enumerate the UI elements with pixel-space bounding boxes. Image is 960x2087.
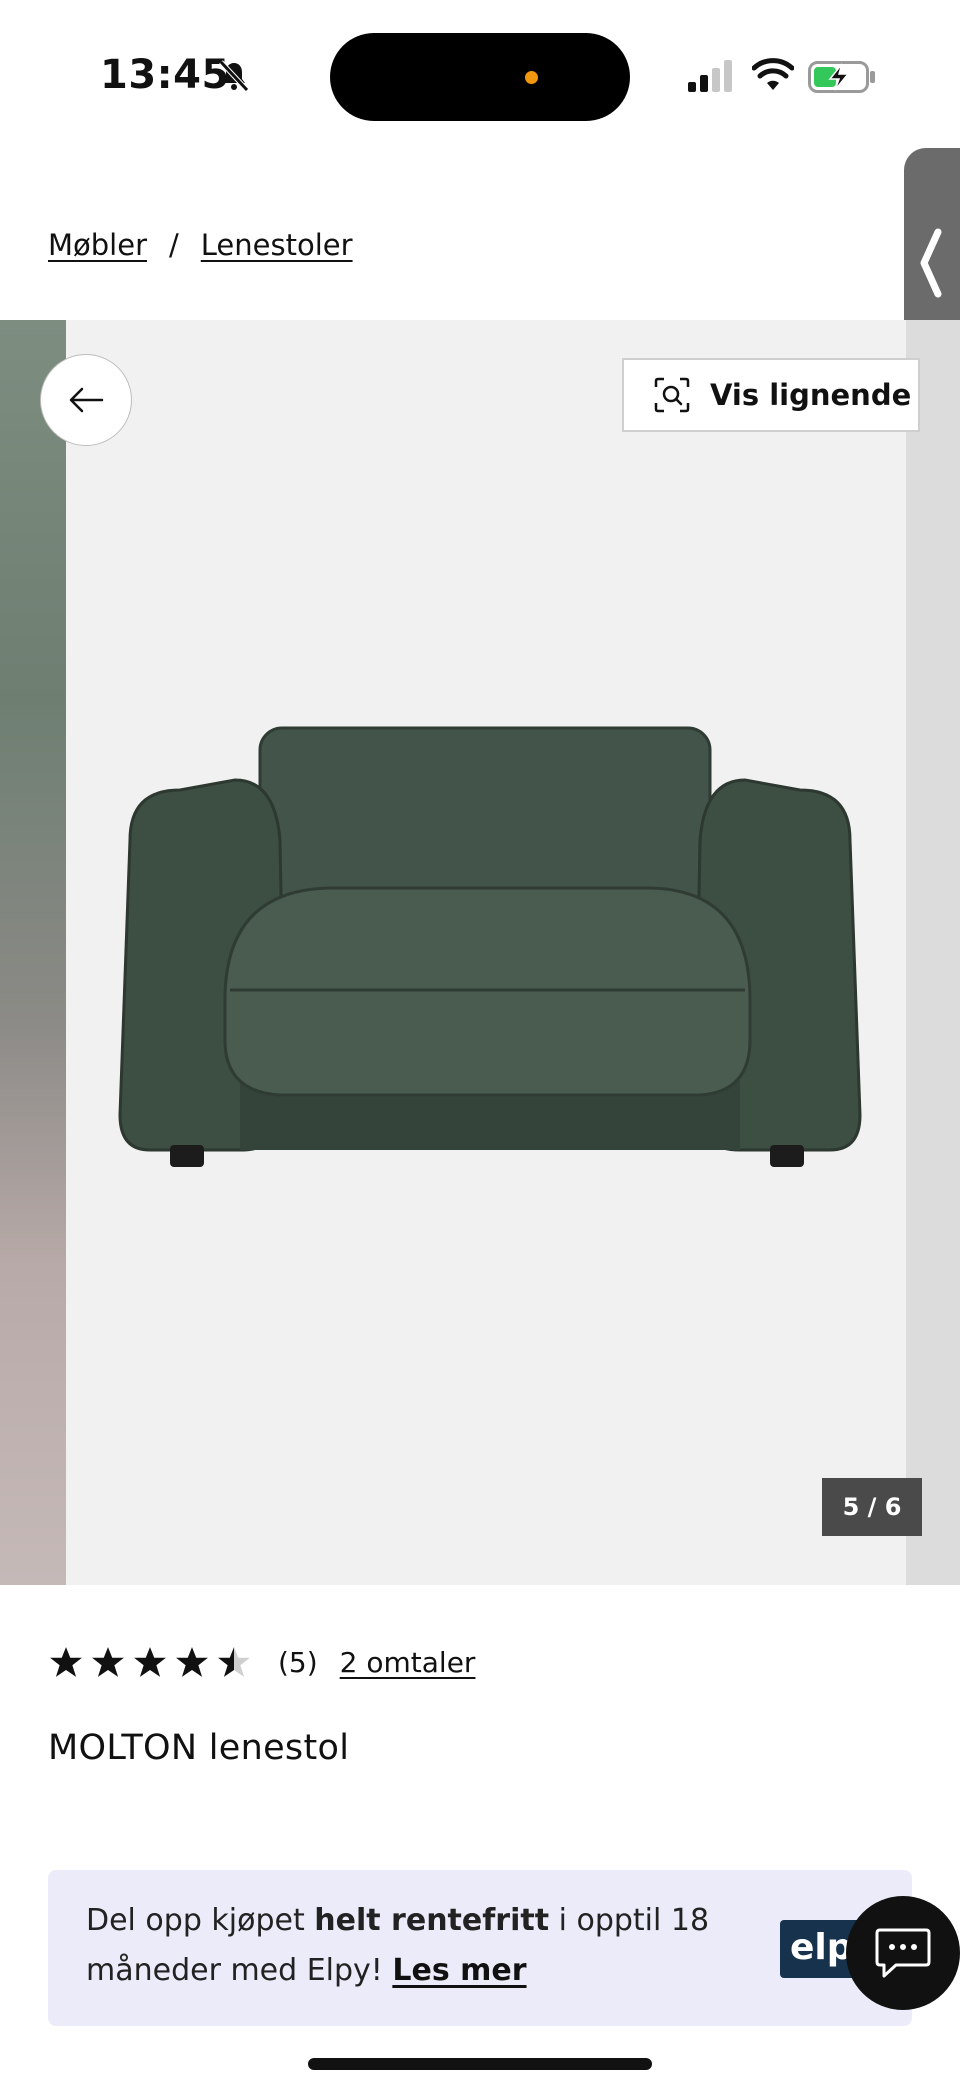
show-similar-label: Vis lignende — [710, 378, 912, 412]
next-slide-peek[interactable] — [906, 320, 960, 1585]
signal-icon — [688, 60, 732, 92]
star-icon — [134, 1647, 166, 1677]
financing-promo-banner: Del opp kjøpet helt rentefritt i opptil … — [48, 1870, 912, 2026]
previous-slide-peek[interactable] — [0, 320, 66, 1585]
wifi-icon — [752, 58, 794, 90]
star-icon — [50, 1647, 82, 1677]
breadcrumb-separator: / — [169, 228, 179, 262]
bell-slash-icon — [219, 60, 249, 92]
show-similar-button[interactable]: Vis lignende — [622, 358, 920, 432]
back-button[interactable] — [40, 354, 132, 446]
image-counter: 5 / 6 — [822, 1478, 922, 1536]
breadcrumb: Møbler / Lenestoler — [48, 228, 353, 262]
visual-search-icon — [654, 377, 690, 413]
rating-count: (5) — [278, 1645, 318, 1679]
promo-text-part: Del opp kjøpet — [86, 1903, 315, 1938]
product-image-gallery[interactable]: Vis lignende 5 / 6 — [0, 320, 960, 1585]
product-rating: (5) 2 omtaler — [48, 1645, 475, 1679]
battery-charging-icon — [808, 61, 875, 93]
promo-text-bold: helt rentefritt — [314, 1903, 550, 1938]
promo-text: Del opp kjøpet helt rentefritt i opptil … — [86, 1896, 726, 1996]
chat-icon — [875, 1928, 931, 1978]
product-title: MOLTON lenestol — [48, 1728, 350, 1768]
reviews-link[interactable]: 2 omtaler — [340, 1646, 476, 1679]
breadcrumb-link-lenestoler[interactable]: Lenestoler — [201, 228, 353, 262]
breadcrumb-link-mobler[interactable]: Møbler — [48, 228, 147, 262]
status-bar: 13:45 — [0, 0, 960, 150]
dynamic-island — [330, 33, 630, 121]
rating-stars — [48, 1645, 258, 1679]
star-icon — [218, 1647, 250, 1677]
promo-read-more-link[interactable]: Les mer — [392, 1953, 526, 1988]
home-indicator — [308, 2058, 652, 2070]
status-time: 13:45 — [100, 52, 230, 98]
chevron-left-icon — [920, 228, 942, 298]
product-image-armchair — [118, 726, 862, 1167]
chat-button[interactable] — [846, 1896, 960, 2010]
star-icon — [176, 1647, 208, 1677]
arrow-left-icon — [69, 387, 104, 413]
star-icon — [92, 1647, 124, 1677]
